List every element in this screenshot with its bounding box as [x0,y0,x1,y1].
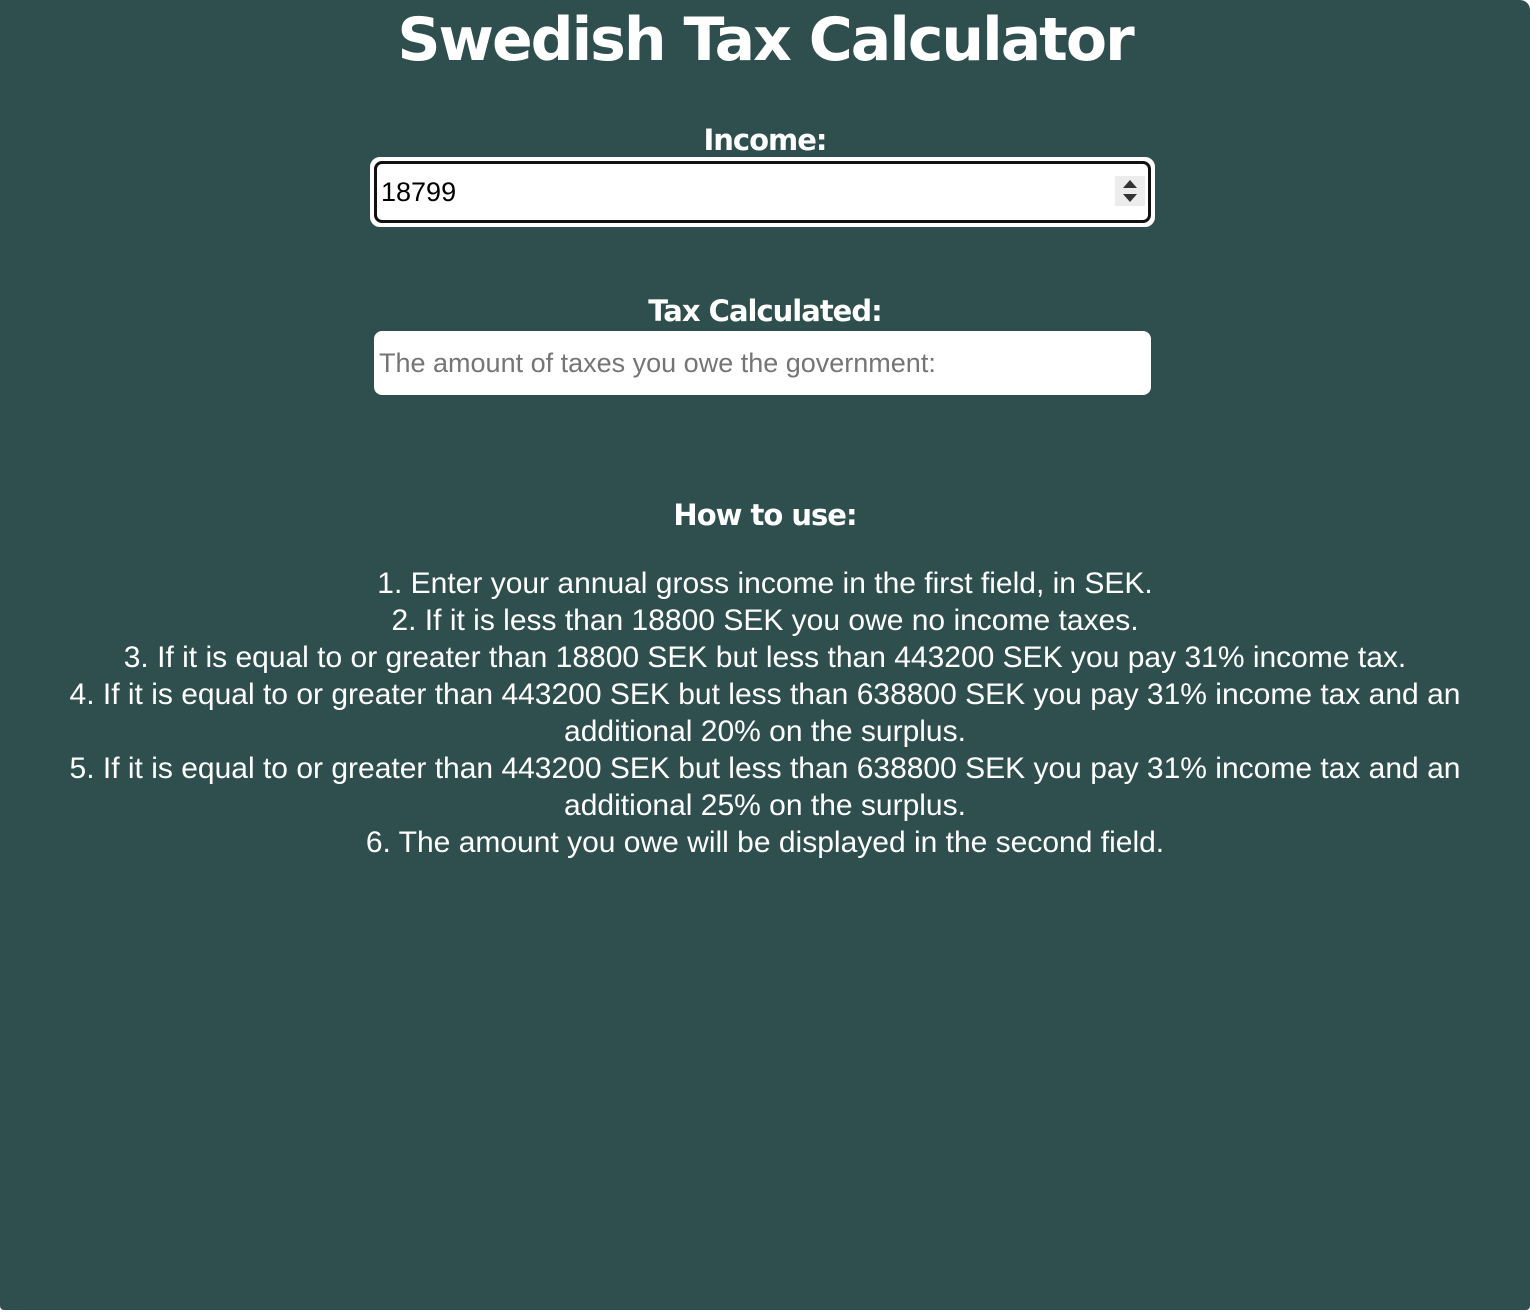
instruction-step: 6. The amount you owe will be displayed … [365,826,1165,859]
spin-up-icon[interactable] [1123,180,1137,188]
instruction-step: 5. If it is equal to or greater than 443… [69,752,1461,822]
income-label: Income: [703,123,827,157]
tax-calculated-label: Tax Calculated: [648,294,882,328]
page-background: Swedish Tax Calculator Income: 18799 Tax… [0,0,1530,1310]
how-to-use-heading: How to use: [673,498,857,532]
instruction-step: 3. If it is equal to or greater than 188… [123,641,1407,674]
instruction-step: 2. If it is less than 18800 SEK you owe … [391,604,1139,637]
tax-output-field[interactable] [374,331,1151,395]
instruction-step: 1. Enter your annual gross income in the… [377,567,1153,600]
spin-down-icon[interactable] [1123,194,1137,202]
page-title: Swedish Tax Calculator [397,5,1134,75]
number-spinner[interactable] [1115,176,1145,206]
income-input-focus-ring: 18799 [370,157,1155,227]
instructions-list: 1. Enter your annual gross income in the… [10,565,1520,861]
income-input[interactable]: 18799 [374,161,1151,223]
instruction-step: 4. If it is equal to or greater than 443… [69,678,1461,748]
